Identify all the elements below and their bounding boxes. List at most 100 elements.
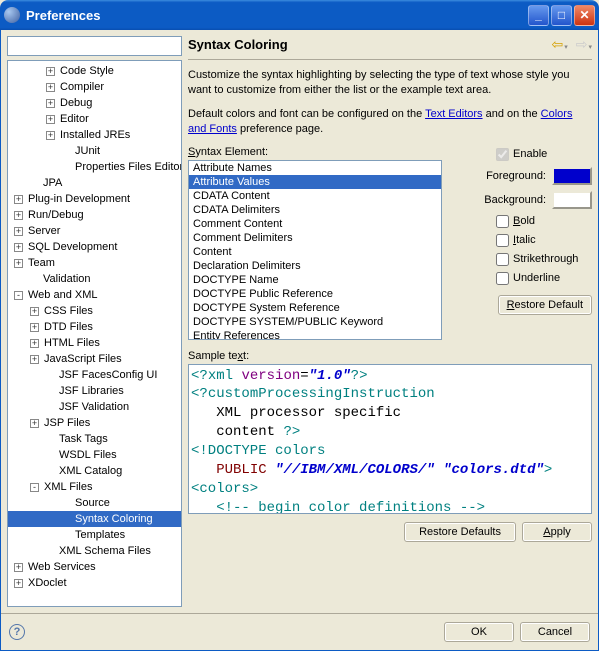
tree-item[interactable]: Task Tags bbox=[8, 431, 181, 447]
restore-defaults-button[interactable]: Restore Defaults bbox=[404, 522, 516, 542]
tree-item[interactable]: -Web and XML bbox=[8, 287, 181, 303]
text-editors-link[interactable]: Text Editors bbox=[425, 108, 482, 120]
tree-item[interactable]: +Installed JREs bbox=[8, 127, 181, 143]
list-item[interactable]: CDATA Content bbox=[189, 189, 441, 203]
tree-label: Editor bbox=[58, 113, 91, 125]
list-item[interactable]: Entity References bbox=[189, 329, 441, 340]
tree-item[interactable]: +Web Services bbox=[8, 559, 181, 575]
expand-icon[interactable]: + bbox=[46, 67, 55, 76]
tree-item[interactable]: +Compiler bbox=[8, 79, 181, 95]
expand-icon[interactable]: + bbox=[46, 115, 55, 124]
tree-item[interactable]: -XML Files bbox=[8, 479, 181, 495]
list-item[interactable]: Comment Delimiters bbox=[189, 231, 441, 245]
background-swatch[interactable] bbox=[552, 191, 592, 209]
restore-default-button[interactable]: Restore Default bbox=[498, 295, 592, 315]
foreground-swatch[interactable] bbox=[552, 167, 592, 185]
minimize-button[interactable]: _ bbox=[528, 5, 549, 26]
collapse-icon[interactable]: - bbox=[30, 483, 39, 492]
maximize-button[interactable]: □ bbox=[551, 5, 572, 26]
expand-icon[interactable]: + bbox=[14, 579, 23, 588]
titlebar[interactable]: Preferences _ □ ✕ bbox=[0, 0, 599, 30]
tree-item[interactable]: +XDoclet bbox=[8, 575, 181, 591]
tree-item[interactable]: +CSS Files bbox=[8, 303, 181, 319]
tree-item[interactable]: XML Schema Files bbox=[8, 543, 181, 559]
sample-text-area[interactable]: <?xml version="1.0"?> <?customProcessing… bbox=[188, 364, 592, 514]
tree-item[interactable]: Templates bbox=[8, 527, 181, 543]
tree-label: JSP Files bbox=[42, 417, 92, 429]
underline-checkbox[interactable] bbox=[496, 272, 509, 285]
list-item[interactable]: CDATA Delimiters bbox=[189, 203, 441, 217]
back-arrow-icon[interactable]: ⇦▾ bbox=[552, 36, 568, 53]
tree-item[interactable]: +SQL Development bbox=[8, 239, 181, 255]
tree-item[interactable]: XML Catalog bbox=[8, 463, 181, 479]
tree-label: Syntax Coloring bbox=[73, 513, 155, 525]
list-item[interactable]: Attribute Names bbox=[189, 161, 441, 175]
expand-icon[interactable]: + bbox=[30, 323, 39, 332]
expand-icon[interactable]: + bbox=[14, 211, 23, 220]
tree-item[interactable]: +Team bbox=[8, 255, 181, 271]
expand-icon[interactable]: + bbox=[14, 227, 23, 236]
list-item[interactable]: Comment Content bbox=[189, 217, 441, 231]
tree-label: Debug bbox=[58, 97, 94, 109]
filter-input[interactable] bbox=[7, 36, 182, 56]
cancel-button[interactable]: Cancel bbox=[520, 622, 590, 642]
tree-item[interactable]: +Server bbox=[8, 223, 181, 239]
tree-label: Server bbox=[26, 225, 62, 237]
expand-icon[interactable]: + bbox=[30, 419, 39, 428]
tree-item[interactable]: +Run/Debug bbox=[8, 207, 181, 223]
tree-item[interactable]: JSF FacesConfig UI bbox=[8, 367, 181, 383]
expand-icon[interactable]: + bbox=[30, 355, 39, 364]
tree-label: DTD Files bbox=[42, 321, 95, 333]
tree-item[interactable]: Properties Files Editor bbox=[8, 159, 181, 175]
list-item[interactable]: DOCTYPE SYSTEM/PUBLIC Keyword bbox=[189, 315, 441, 329]
tree-label: Web Services bbox=[26, 561, 98, 573]
bold-checkbox[interactable] bbox=[496, 215, 509, 228]
tree-item[interactable]: JSF Libraries bbox=[8, 383, 181, 399]
tree-item[interactable]: +Code Style bbox=[8, 63, 181, 79]
tree-item[interactable]: +HTML Files bbox=[8, 335, 181, 351]
tree-item[interactable]: WSDL Files bbox=[8, 447, 181, 463]
foreground-label: Foreground: bbox=[452, 170, 546, 182]
expand-icon[interactable]: + bbox=[14, 195, 23, 204]
tree-item[interactable]: +Editor bbox=[8, 111, 181, 127]
tree-item[interactable]: +Debug bbox=[8, 95, 181, 111]
strike-checkbox[interactable] bbox=[496, 253, 509, 266]
help-icon[interactable]: ? bbox=[9, 624, 25, 640]
list-item[interactable]: DOCTYPE System Reference bbox=[189, 301, 441, 315]
collapse-icon[interactable]: - bbox=[14, 291, 23, 300]
tree-item[interactable]: JUnit bbox=[8, 143, 181, 159]
italic-checkbox[interactable] bbox=[496, 234, 509, 247]
list-item[interactable]: DOCTYPE Name bbox=[189, 273, 441, 287]
list-item[interactable]: Content bbox=[189, 245, 441, 259]
list-item[interactable]: Declaration Delimiters bbox=[189, 259, 441, 273]
tree-item[interactable]: +JSP Files bbox=[8, 415, 181, 431]
tree-label: WSDL Files bbox=[57, 449, 119, 461]
tree-item[interactable]: Syntax Coloring bbox=[8, 511, 181, 527]
expand-icon[interactable]: + bbox=[46, 131, 55, 140]
preferences-tree[interactable]: +Code Style+Compiler+Debug+Editor+Instal… bbox=[7, 60, 182, 607]
tree-label: Source bbox=[73, 497, 112, 509]
tree-label: Web and XML bbox=[26, 289, 100, 301]
tree-item[interactable]: JPA bbox=[8, 175, 181, 191]
expand-icon[interactable]: + bbox=[30, 339, 39, 348]
list-item[interactable]: DOCTYPE Public Reference bbox=[189, 287, 441, 301]
list-item[interactable]: Attribute Values bbox=[189, 175, 441, 189]
tree-item[interactable]: +Plug-in Development bbox=[8, 191, 181, 207]
tree-label: XDoclet bbox=[26, 577, 69, 589]
tree-item[interactable]: +DTD Files bbox=[8, 319, 181, 335]
expand-icon[interactable]: + bbox=[14, 243, 23, 252]
tree-item[interactable]: Validation bbox=[8, 271, 181, 287]
tree-label: JSF FacesConfig UI bbox=[57, 369, 159, 381]
close-button[interactable]: ✕ bbox=[574, 5, 595, 26]
ok-button[interactable]: OK bbox=[444, 622, 514, 642]
expand-icon[interactable]: + bbox=[46, 99, 55, 108]
expand-icon[interactable]: + bbox=[14, 259, 23, 268]
tree-item[interactable]: JSF Validation bbox=[8, 399, 181, 415]
expand-icon[interactable]: + bbox=[14, 563, 23, 572]
expand-icon[interactable]: + bbox=[46, 83, 55, 92]
syntax-element-list[interactable]: Attribute NamesAttribute ValuesCDATA Con… bbox=[188, 160, 442, 340]
expand-icon[interactable]: + bbox=[30, 307, 39, 316]
apply-button[interactable]: Apply bbox=[522, 522, 592, 542]
tree-item[interactable]: Source bbox=[8, 495, 181, 511]
tree-item[interactable]: +JavaScript Files bbox=[8, 351, 181, 367]
